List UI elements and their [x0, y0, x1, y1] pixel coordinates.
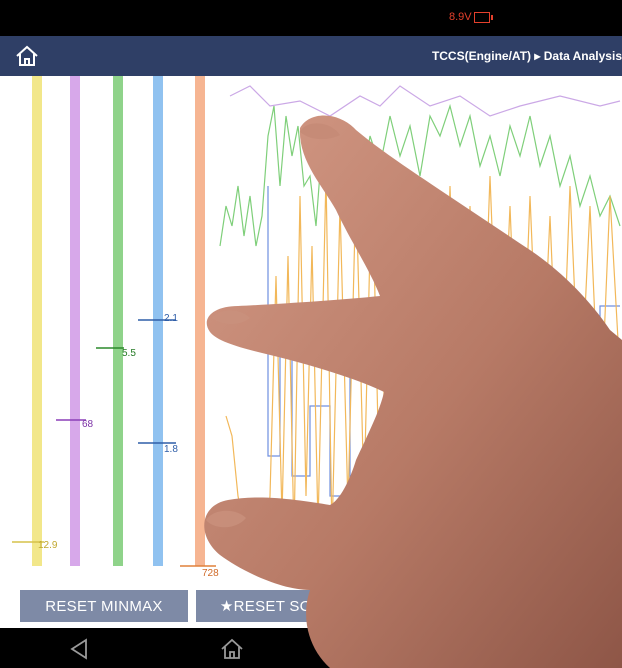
marker-label-yellow: 12.9: [38, 540, 58, 551]
trace-green: [219, 103, 621, 247]
battery-indicator: 8.9V: [449, 11, 493, 23]
reset-minmax-button[interactable]: RESET MINMAX: [20, 590, 188, 622]
partially-hidden-button[interactable]: [372, 590, 452, 622]
graph-button-bar: RESET MINMAX ★RESET SCALE: [0, 584, 622, 628]
app-bar: TCCS(Engine/AT) ▸ Data Analysis: [0, 36, 622, 76]
marker-label-blue-2: 1.8: [164, 444, 178, 455]
status-bar: 8.9V: [0, 0, 622, 36]
recent-apps-button[interactable]: [386, 636, 412, 662]
home-icon: [221, 638, 243, 659]
data-graph-area[interactable]: 12.9 68 5.5 2.1 1.8 728: [0, 76, 622, 584]
home-button[interactable]: [14, 44, 40, 68]
reset-scale-button[interactable]: ★RESET SCALE: [196, 590, 364, 622]
back-button[interactable]: [66, 636, 92, 662]
marker-label-purple: 68: [82, 419, 94, 430]
globe-button[interactable]: [548, 636, 574, 662]
marker-label-orange: 728: [202, 568, 219, 579]
trace-purple: [229, 85, 621, 117]
channel-bar-blue[interactable]: [153, 76, 163, 566]
battery-icon: [473, 11, 493, 23]
battery-voltage: 8.9V: [449, 11, 472, 23]
channel-bar-purple[interactable]: [70, 76, 80, 566]
trace-orange: [225, 165, 621, 577]
recent-apps-icon: [390, 640, 408, 658]
channel-bar-yellow[interactable]: [32, 76, 42, 566]
marker-label-green: 5.5: [122, 348, 136, 359]
channel-bar-orange[interactable]: [195, 76, 205, 566]
marker-label-blue: 2.1: [164, 313, 178, 324]
globe-icon: [552, 640, 570, 658]
back-icon: [70, 638, 87, 660]
home-icon: [16, 45, 38, 66]
trace-blue: [267, 186, 620, 497]
breadcrumb: TCCS(Engine/AT) ▸ Data Analysis: [431, 49, 622, 63]
channel-bar-green[interactable]: [113, 76, 123, 566]
nav-home-button[interactable]: [219, 636, 245, 662]
android-nav-bar: [0, 628, 622, 668]
